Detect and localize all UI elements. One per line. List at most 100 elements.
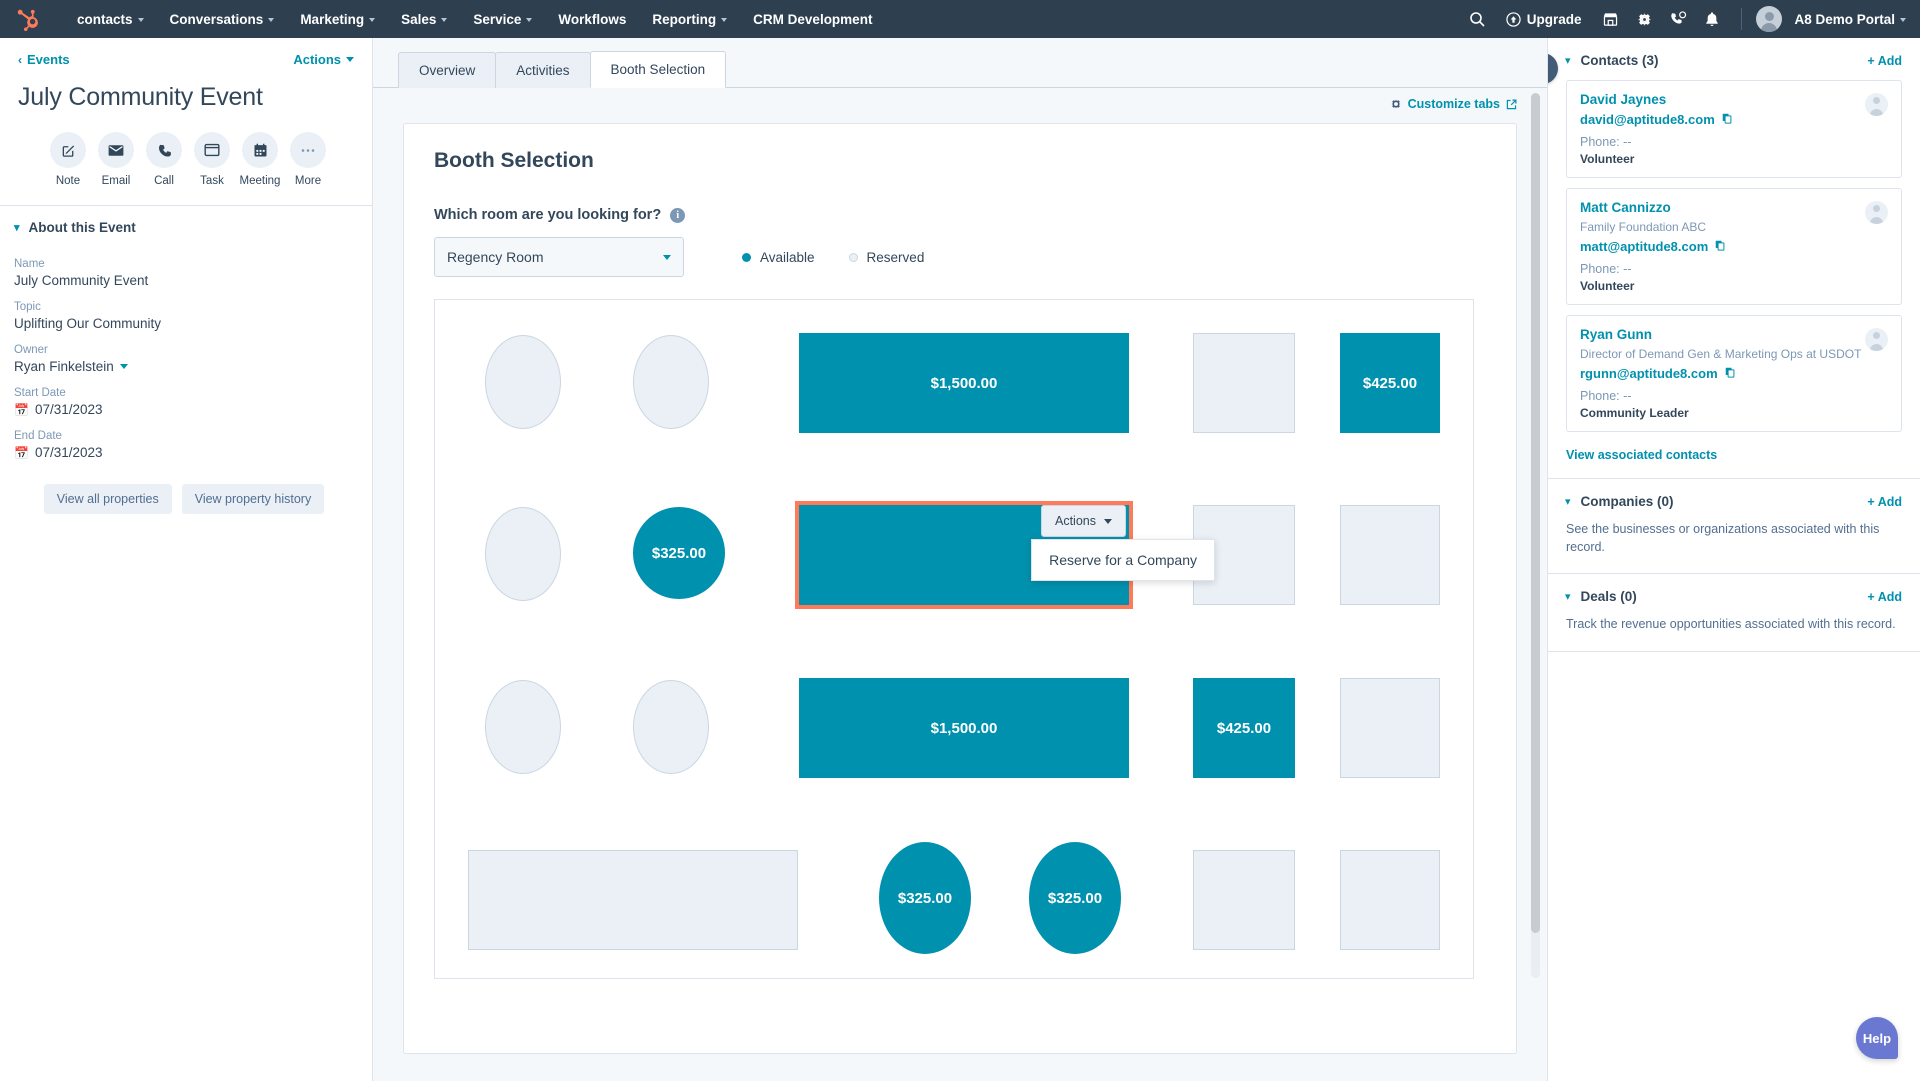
left-sidebar-header: ‹ Events Actions July Community Event No… <box>0 38 372 187</box>
add-company-button[interactable]: + Add <box>1867 495 1902 509</box>
customize-tabs-link[interactable]: Customize tabs <box>1390 97 1517 111</box>
booth-b10-reserved[interactable] <box>1340 505 1440 605</box>
nav-item-crm-development[interactable]: CRM Development <box>740 2 885 37</box>
contact-email[interactable]: matt@aptitude8.com <box>1580 239 1888 254</box>
property-value[interactable]: July Community Event <box>14 273 354 288</box>
chevron-down-icon: ▾ <box>1565 55 1571 67</box>
view-all-properties-button[interactable]: View all properties <box>43 484 172 514</box>
property-value-end-date[interactable]: 📅 07/31/2023 <box>14 445 354 460</box>
tab-booth-selection[interactable]: Booth Selection <box>589 51 727 88</box>
main-scrollbar[interactable] <box>1531 93 1540 978</box>
booth-b1-reserved[interactable] <box>485 335 561 429</box>
property-value[interactable]: Uplifting Our Community <box>14 316 354 331</box>
deals-empty-text: Track the revenue opportunities associat… <box>1566 617 1896 631</box>
room-select-value: Regency Room <box>447 249 544 265</box>
nav-item-workflows[interactable]: Workflows <box>545 2 639 37</box>
quick-action-meeting[interactable]: Meeting <box>236 132 284 187</box>
quick-action-task[interactable]: Task <box>188 132 236 187</box>
quick-action-call[interactable]: Call <box>140 132 188 187</box>
contact-email[interactable]: rgunn@aptitude8.com <box>1580 366 1888 381</box>
nav-item-conversations[interactable]: Conversations <box>157 2 288 37</box>
copy-icon[interactable] <box>1725 366 1735 381</box>
tab-activities[interactable]: Activities <box>495 52 591 88</box>
property-value-owner[interactable]: Ryan Finkelstein <box>14 359 354 374</box>
chevron-down-icon <box>721 18 728 22</box>
info-icon[interactable]: i <box>670 207 686 223</box>
nav-item-contacts[interactable]: contacts <box>64 2 157 37</box>
deals-section-header[interactable]: ▾ Deals (0) + Add <box>1548 574 1920 616</box>
contact-name[interactable]: David Jaynes <box>1580 92 1888 107</box>
help-button[interactable]: Help <box>1856 1017 1898 1059</box>
booth-b20-reserved[interactable] <box>1340 850 1440 950</box>
copy-icon[interactable] <box>1722 112 1732 127</box>
tab-overview[interactable]: Overview <box>398 52 497 88</box>
add-deal-button[interactable]: + Add <box>1867 590 1902 604</box>
contacts-section-header[interactable]: ▾ Contacts (3) + Add <box>1548 38 1920 80</box>
booth-actions-button[interactable]: Actions <box>1041 505 1126 537</box>
properties-list: Name July Community Event Topic Upliftin… <box>0 245 372 514</box>
add-contact-button[interactable]: + Add <box>1867 54 1902 68</box>
calendar-icon: 📅 <box>14 402 29 417</box>
avatar[interactable] <box>1756 6 1783 32</box>
quick-action-label: More <box>294 175 322 187</box>
bell-icon[interactable] <box>1697 4 1727 34</box>
booth-b4-reserved[interactable] <box>1193 333 1295 433</box>
booth-b18-available[interactable]: $325.00 <box>1029 842 1121 954</box>
booth-b2-reserved[interactable] <box>633 335 709 429</box>
booth-b8-available[interactable]: Actions Reserve for a Company <box>795 501 1215 609</box>
gear-icon[interactable] <box>1629 4 1659 34</box>
booth-b5-available[interactable]: $425.00 <box>1340 333 1440 433</box>
phone-icon[interactable] <box>1663 4 1693 34</box>
contact-card[interactable]: Matt Cannizzo Family Foundation ABC matt… <box>1566 188 1902 305</box>
quick-action-note[interactable]: Note <box>44 132 92 187</box>
booth-b15-reserved[interactable] <box>1340 678 1440 778</box>
hubspot-sprocket-logo[interactable] <box>12 4 44 34</box>
divider <box>1548 650 1920 652</box>
room-question-row: Which room are you looking for? i <box>434 207 1486 223</box>
property-value-start-date[interactable]: 📅 07/31/2023 <box>14 402 354 417</box>
room-select-dropdown[interactable]: Regency Room <box>434 237 684 277</box>
back-label: Events <box>27 52 70 67</box>
booth-b19-reserved[interactable] <box>1193 850 1295 950</box>
view-associated-contacts-link[interactable]: View associated contacts <box>1548 442 1920 478</box>
booth-b13-available[interactable]: $1,500.00 <box>799 678 1129 778</box>
legend-available: Available <box>742 250 815 265</box>
task-icon <box>194 132 230 168</box>
contact-email-text: matt@aptitude8.com <box>1580 239 1709 254</box>
booth-b11-reserved[interactable] <box>485 680 561 774</box>
back-to-events-link[interactable]: ‹ Events <box>18 52 70 67</box>
booth-b16-reserved[interactable] <box>468 850 798 950</box>
booth-b3-available[interactable]: $1,500.00 <box>799 333 1129 433</box>
contact-card[interactable]: David Jaynes david@aptitude8.com Phone: … <box>1566 80 1902 178</box>
marketplace-icon[interactable] <box>1595 4 1625 34</box>
companies-section-header[interactable]: ▾ Companies (0) + Add <box>1548 479 1920 521</box>
contact-card[interactable]: Ryan Gunn Director of Demand Gen & Marke… <box>1566 315 1902 432</box>
nav-item-marketing[interactable]: Marketing <box>287 2 388 37</box>
portal-name-label: A8 Demo Portal <box>1794 11 1895 27</box>
nav-label: contacts <box>77 11 133 27</box>
property-topic: Topic Uplifting Our Community <box>14 301 354 331</box>
record-actions-button[interactable]: Actions <box>293 52 354 67</box>
copy-icon[interactable] <box>1715 239 1725 254</box>
nav-item-reporting[interactable]: Reporting <box>639 2 740 37</box>
contact-name[interactable]: Matt Cannizzo <box>1580 200 1888 215</box>
nav-item-service[interactable]: Service <box>460 2 545 37</box>
booth-b17-available[interactable]: $325.00 <box>879 842 971 954</box>
search-icon[interactable] <box>1462 4 1492 34</box>
nav-item-sales[interactable]: Sales <box>388 2 460 37</box>
booth-b12-reserved[interactable] <box>633 680 709 774</box>
view-property-history-button[interactable]: View property history <box>181 484 325 514</box>
contact-email[interactable]: david@aptitude8.com <box>1580 112 1888 127</box>
quick-action-more[interactable]: More <box>284 132 332 187</box>
menu-item-reserve-for-company[interactable]: Reserve for a Company <box>1049 552 1197 568</box>
upgrade-button[interactable]: Upgrade <box>1496 8 1592 31</box>
booth-b7-available[interactable]: $325.00 <box>633 507 725 599</box>
portal-menu[interactable]: A8 Demo Portal <box>1794 12 1906 27</box>
contact-name[interactable]: Ryan Gunn <box>1580 327 1888 342</box>
scrollbar-thumb[interactable] <box>1531 93 1540 933</box>
quick-action-email[interactable]: Email <box>92 132 140 187</box>
booth-b14-available[interactable]: $425.00 <box>1193 678 1295 778</box>
contact-role: Volunteer <box>1580 279 1635 293</box>
about-section-toggle[interactable]: ▾ About this Event <box>0 206 372 245</box>
booth-b6-reserved[interactable] <box>485 507 561 601</box>
